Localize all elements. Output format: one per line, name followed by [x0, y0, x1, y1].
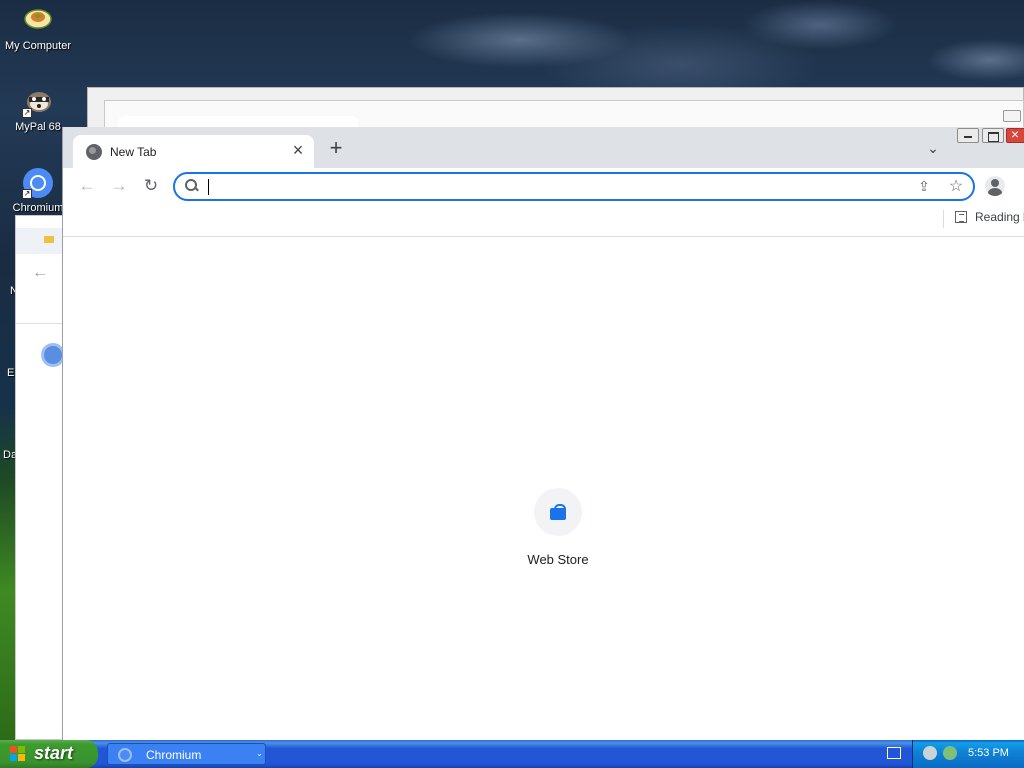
back-button[interactable]: ← [77, 176, 97, 196]
mypal-icon: ↗ [22, 86, 54, 118]
star-icon[interactable]: ☆ [947, 176, 965, 195]
shortcut-label: Web Store [527, 552, 589, 567]
start-button[interactable]: start [0, 740, 98, 768]
shortcut-arrow-icon: ↗ [22, 189, 32, 199]
reading-list-button[interactable]: Reading li [955, 210, 1024, 224]
taskbar-button-label: Chromium [146, 748, 202, 762]
globe-icon [86, 144, 102, 160]
tab-new-tab[interactable]: New Tab × [73, 135, 314, 168]
maximize-button[interactable] [982, 128, 1004, 143]
text-caret [208, 179, 209, 195]
tab-close-button[interactable]: × [288, 140, 308, 160]
reading-list-icon [955, 211, 967, 223]
shortcut-web-store[interactable]: Web Store [508, 488, 608, 578]
new-tab-button[interactable]: + [325, 137, 347, 160]
chromium-icon [118, 748, 132, 762]
minimize-button[interactable] [957, 128, 979, 143]
close-button[interactable] [1006, 126, 1024, 143]
divider [16, 323, 64, 324]
reading-list-label: Reading li [975, 210, 1024, 224]
background-window-minimize-button[interactable] [1003, 110, 1021, 122]
background-window-left[interactable]: ← [15, 215, 65, 740]
chevron-down-icon: ⌄ [256, 749, 263, 758]
search-icon [185, 179, 199, 193]
folder-icon [44, 236, 54, 243]
tab-title: New Tab [110, 145, 157, 159]
network-icon[interactable] [923, 746, 937, 760]
clock[interactable]: 5:53 PM [968, 747, 1009, 759]
desktop-icon-my-computer[interactable]: My Computer [0, 5, 76, 52]
forward-button[interactable]: → [109, 176, 129, 196]
share-icon[interactable]: ⇪ [915, 178, 933, 196]
chromium-window[interactable]: New Tab × + ⌄ ← → ↻ ⇪ ☆ Reading li [62, 126, 1024, 740]
shortcut-icon-circle [534, 488, 582, 536]
windows-flag-icon [10, 746, 26, 762]
bookmarks-bar: Reading li [63, 204, 1024, 237]
divider [943, 210, 944, 228]
start-label: start [34, 743, 74, 763]
tab-search-button[interactable]: ⌄ [923, 140, 943, 160]
omnibox-input[interactable] [207, 177, 897, 197]
my-computer-icon [22, 5, 54, 37]
desktop-icon-mypal[interactable]: ↗ MyPal 68 [0, 86, 76, 133]
window-tabstrip [16, 228, 64, 254]
web-store-icon [550, 504, 566, 520]
omnibox[interactable]: ⇪ ☆ [173, 172, 975, 201]
keyboard-icon[interactable] [887, 747, 901, 759]
taskbar-button-chromium[interactable]: Chromium ⌄ [107, 743, 266, 765]
new-tab-page: Web Store [63, 238, 1024, 740]
shortcut-arrow-icon: ↗ [22, 108, 32, 118]
back-arrow-icon[interactable]: ← [32, 264, 48, 282]
chromium-icon: ↗ [22, 167, 54, 199]
speaker-icon[interactable] [943, 746, 957, 760]
taskbar: start Chromium ⌄ 5:53 PM [0, 740, 1024, 768]
system-tray: 5:53 PM [912, 740, 1024, 768]
reload-button[interactable]: ↻ [141, 176, 161, 196]
toolbar: ← → ↻ ⇪ ☆ [63, 168, 1024, 204]
desktop-icon-label: My Computer [4, 40, 72, 52]
tab-strip: New Tab × + ⌄ [63, 126, 1024, 168]
profile-icon[interactable] [985, 176, 1005, 196]
